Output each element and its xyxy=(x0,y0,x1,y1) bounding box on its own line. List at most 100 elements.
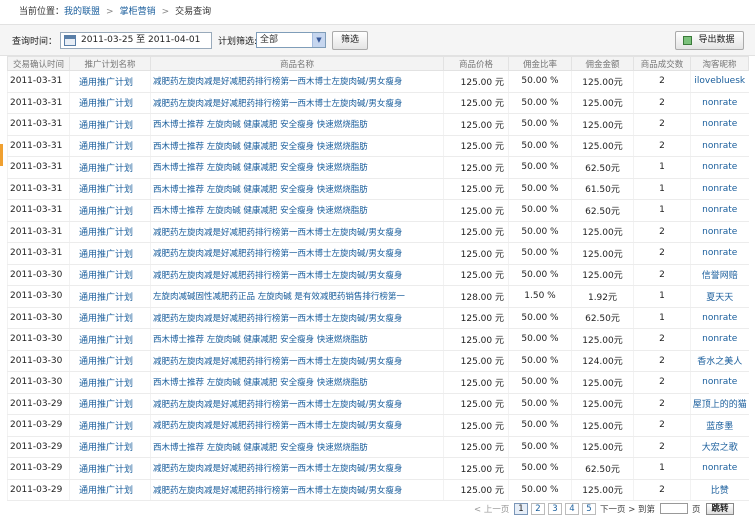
cell-quantity: 2 xyxy=(633,350,691,372)
cell-product-name[interactable]: 西木博士推荐 左旋肉碱 健康减肥 安全瘦身 快速燃烧脂肪 xyxy=(150,156,444,179)
calendar-icon[interactable] xyxy=(64,35,76,46)
cell-buyer-nick[interactable]: 比赞 xyxy=(690,479,749,501)
cell-plan-name[interactable]: 通用推广计划 xyxy=(69,135,151,157)
cell-plan-name[interactable]: 通用推广计划 xyxy=(69,307,151,329)
cell-plan-name[interactable]: 通用推广计划 xyxy=(69,328,151,351)
cell-buyer-nick[interactable]: nonrate xyxy=(690,178,749,200)
export-icon xyxy=(683,36,692,45)
goto-button[interactable]: 跳转 xyxy=(706,503,734,515)
cell-plan-name[interactable]: 通用推广计划 xyxy=(69,393,151,415)
cell-plan-name[interactable]: 通用推广计划 xyxy=(69,178,151,200)
cell-plan-name[interactable]: 通用推广计划 xyxy=(69,70,151,93)
cell-quantity: 2 xyxy=(633,135,691,157)
cell-product-name[interactable]: 减肥药左旋肉减是好减肥药排行榜第一西木博士左旋肉碱/男女瘦身 xyxy=(150,457,444,480)
cell-commission-rate: 50.00 % xyxy=(508,242,572,265)
cell-plan-name[interactable]: 通用推广计划 xyxy=(69,414,151,437)
cell-product-name[interactable]: 西木博士推荐 左旋肉碱 健康减肥 安全瘦身 快速燃烧脂肪 xyxy=(150,199,444,222)
cell-product-name[interactable]: 减肥药左旋肉减是好减肥药排行榜第一西木博士左旋肉碱/男女瘦身 xyxy=(150,307,444,329)
cell-product-name[interactable]: 减肥药左旋肉减是好减肥药排行榜第一西木博士左旋肉碱/男女瘦身 xyxy=(150,221,444,243)
goto-page-input[interactable] xyxy=(660,503,688,514)
header-commission-rate[interactable]: 佣金比率 xyxy=(508,56,572,71)
cell-buyer-nick[interactable]: nonrate xyxy=(690,113,749,136)
cell-product-name[interactable]: 减肥药左旋肉减是好减肥药排行榜第一西木博士左旋肉碱/男女瘦身 xyxy=(150,242,444,265)
table-row: 2011-03-29 通用推广计划 减肥药左旋肉减是好减肥药排行榜第一西木博士左旋肉… xyxy=(7,414,749,437)
cell-buyer-nick[interactable]: 蓝彦墨 xyxy=(690,414,749,437)
cell-confirm-time: 2011-03-31 xyxy=(7,242,70,265)
cell-buyer-nick[interactable]: nonrate xyxy=(690,156,749,179)
cell-product-name[interactable]: 西木博士推荐 左旋肉碱 健康减肥 安全瘦身 快速燃烧脂肪 xyxy=(150,371,444,394)
cell-buyer-nick[interactable]: nonrate xyxy=(690,371,749,394)
cell-price: 125.00 元 xyxy=(443,113,509,136)
cell-product-name[interactable]: 减肥药左旋肉减是好减肥药排行榜第一西木博士左旋肉碱/男女瘦身 xyxy=(150,393,444,415)
cell-product-name[interactable]: 减肥药左旋肉减是好减肥药排行榜第一西木博士左旋肉碱/男女瘦身 xyxy=(150,350,444,372)
cell-product-name[interactable]: 减肥药左旋肉减是好减肥药排行榜第一西木博士左旋肉碱/男女瘦身 xyxy=(150,70,444,93)
cell-buyer-nick[interactable]: 屋顶上的的猫 xyxy=(690,393,749,415)
cell-product-name[interactable]: 减肥药左旋肉减是好减肥药排行榜第一西木博士左旋肉碱/男女瘦身 xyxy=(150,264,444,286)
header-confirm-time[interactable]: 交易确认时间 xyxy=(7,56,70,71)
prev-page-link[interactable]: < 上一页 xyxy=(474,503,509,515)
cell-plan-name[interactable]: 通用推广计划 xyxy=(69,113,151,136)
cell-buyer-nick[interactable]: 大宏之歌 xyxy=(690,436,749,458)
cell-buyer-nick[interactable]: nonrate xyxy=(690,242,749,265)
chevron-down-icon[interactable]: ▼ xyxy=(312,33,325,47)
cell-buyer-nick[interactable]: nonrate xyxy=(690,328,749,351)
header-quantity[interactable]: 商品成交数 xyxy=(633,56,691,71)
cell-buyer-nick[interactable]: nonrate xyxy=(690,135,749,157)
page-number[interactable]: 5 xyxy=(582,503,596,515)
cell-product-name[interactable]: 减肥药左旋肉减是好减肥药排行榜第一西木博士左旋肉碱/男女瘦身 xyxy=(150,479,444,501)
cell-plan-name[interactable]: 通用推广计划 xyxy=(69,199,151,222)
cell-commission-amount: 125.00元 xyxy=(571,371,634,394)
cell-plan-name[interactable]: 通用推广计划 xyxy=(69,285,151,308)
cell-plan-name[interactable]: 通用推广计划 xyxy=(69,371,151,394)
cell-plan-name[interactable]: 通用推广计划 xyxy=(69,242,151,265)
cell-buyer-nick[interactable]: nonrate xyxy=(690,221,749,243)
plan-filter-select[interactable]: 全部 ▼ xyxy=(256,32,326,48)
table-row: 2011-03-29 通用推广计划 减肥药左旋肉减是好减肥药排行榜第一西木博士左旋肉… xyxy=(7,457,749,480)
header-plan-name[interactable]: 推广计划名称 xyxy=(69,56,151,71)
cell-product-name[interactable]: 西木博士推荐 左旋肉碱 健康减肥 安全瘦身 快速燃烧脂肪 xyxy=(150,328,444,351)
breadcrumb-link-marketing[interactable]: 掌柜营销 xyxy=(120,7,156,17)
cell-buyer-nick[interactable]: nonrate xyxy=(690,307,749,329)
header-product-name[interactable]: 商品名称 xyxy=(150,56,444,71)
header-price[interactable]: 商品价格 xyxy=(443,56,509,71)
next-page-link[interactable]: 下一页 > xyxy=(600,503,635,515)
cell-price: 125.00 元 xyxy=(443,307,509,329)
page-number[interactable]: 4 xyxy=(565,503,579,515)
cell-product-name[interactable]: 西木博士推荐 左旋肉碱 健康减肥 安全瘦身 快速燃烧脂肪 xyxy=(150,436,444,458)
cell-buyer-nick[interactable]: nonrate xyxy=(690,199,749,222)
cell-plan-name[interactable]: 通用推广计划 xyxy=(69,457,151,480)
cell-price: 125.00 元 xyxy=(443,350,509,372)
header-commission-amount[interactable]: 佣金金额 xyxy=(571,56,634,71)
cell-plan-name[interactable]: 通用推广计划 xyxy=(69,350,151,372)
cell-product-name[interactable]: 减肥药左旋肉减是好减肥药排行榜第一西木博士左旋肉碱/男女瘦身 xyxy=(150,92,444,114)
cell-buyer-nick[interactable]: 信誉网赔 xyxy=(690,264,749,286)
cell-quantity: 1 xyxy=(633,307,691,329)
breadcrumb-link-alliance[interactable]: 我的联盟 xyxy=(64,7,100,17)
cell-commission-rate: 50.00 % xyxy=(508,328,572,351)
page-number[interactable]: 3 xyxy=(548,503,562,515)
cell-plan-name[interactable]: 通用推广计划 xyxy=(69,479,151,501)
cell-buyer-nick[interactable]: nonrate xyxy=(690,457,749,480)
filter-button[interactable]: 筛选 xyxy=(332,31,368,50)
cell-plan-name[interactable]: 通用推广计划 xyxy=(69,436,151,458)
cell-price: 125.00 元 xyxy=(443,135,509,157)
page-number[interactable]: 1 xyxy=(514,503,528,515)
cell-plan-name[interactable]: 通用推广计划 xyxy=(69,92,151,114)
date-range-input[interactable]: 2011-03-25 至 2011-04-01 xyxy=(60,32,212,49)
cell-product-name[interactable]: 左旋肉减碱固性减肥药正品 左旋肉碱 是有效减肥药销售排行榜第一 xyxy=(150,285,444,308)
header-buyer-nick[interactable]: 淘客昵称 xyxy=(690,56,749,71)
cell-buyer-nick[interactable]: 夏天天 xyxy=(690,285,749,308)
cell-plan-name[interactable]: 通用推广计划 xyxy=(69,264,151,286)
cell-product-name[interactable]: 西木博士推荐 左旋肉碱 健康减肥 安全瘦身 快速燃烧脂肪 xyxy=(150,178,444,200)
cell-plan-name[interactable]: 通用推广计划 xyxy=(69,221,151,243)
cell-product-name[interactable]: 西木博士推荐 左旋肉碱 健康减肥 安全瘦身 快速燃烧脂肪 xyxy=(150,135,444,157)
cell-plan-name[interactable]: 通用推广计划 xyxy=(69,156,151,179)
cell-product-name[interactable]: 西木博士推荐 左旋肉碱 健康减肥 安全瘦身 快速燃烧脂肪 xyxy=(150,113,444,136)
export-data-button[interactable]: 导出数据 xyxy=(675,31,744,50)
cell-confirm-time: 2011-03-31 xyxy=(7,156,70,179)
cell-buyer-nick[interactable]: ilovebluesk xyxy=(690,70,749,93)
cell-buyer-nick[interactable]: nonrate xyxy=(690,92,749,114)
cell-buyer-nick[interactable]: 香水之美人 xyxy=(690,350,749,372)
page-number[interactable]: 2 xyxy=(531,503,545,515)
cell-product-name[interactable]: 减肥药左旋肉减是好减肥药排行榜第一西木博士左旋肉碱/男女瘦身 xyxy=(150,414,444,437)
